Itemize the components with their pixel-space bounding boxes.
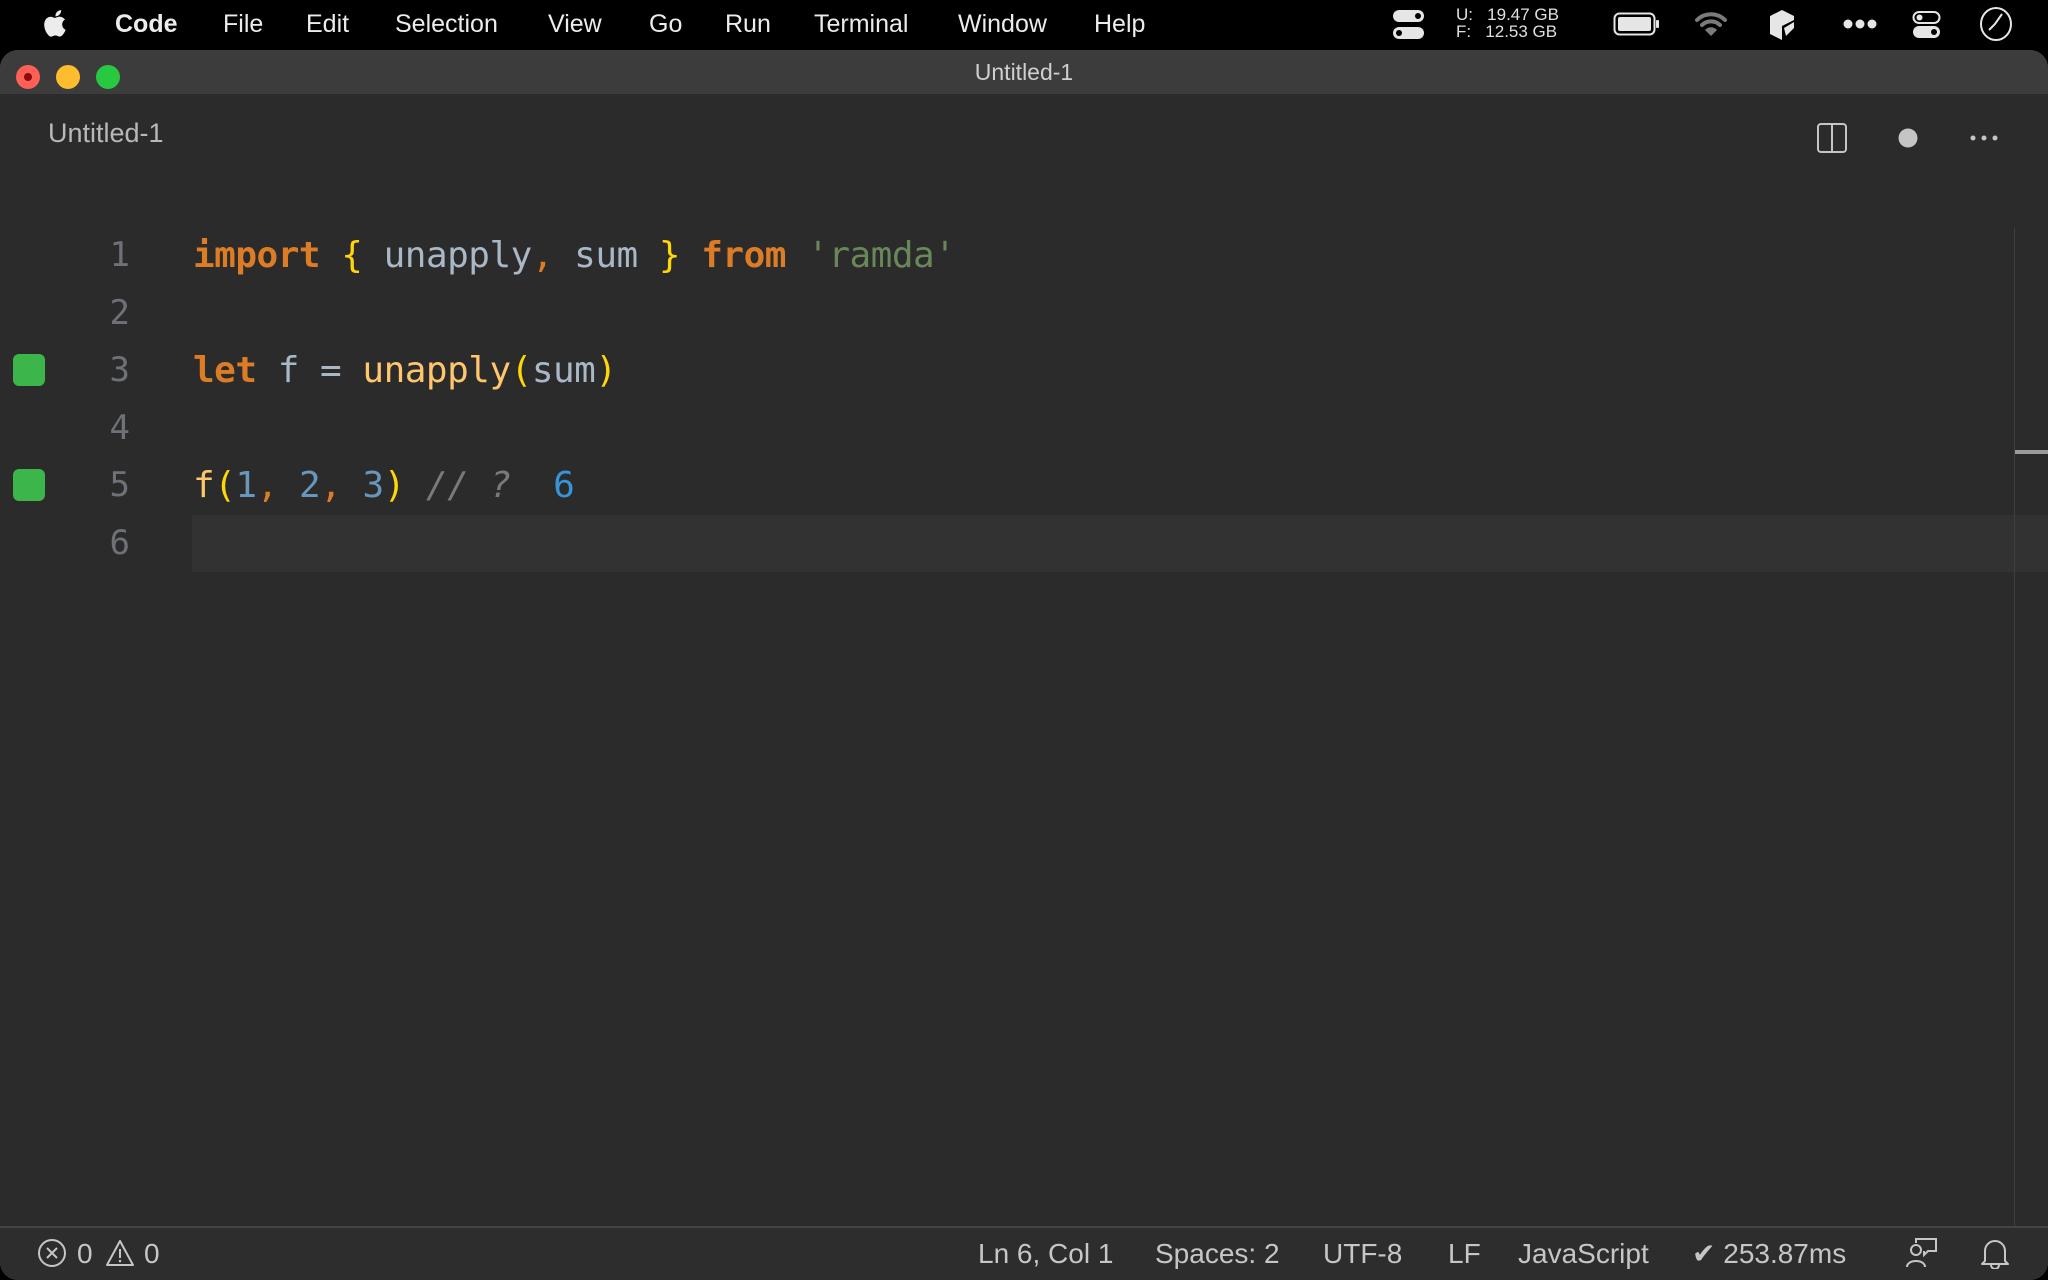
error-count[interactable]: 0	[77, 1228, 93, 1280]
line-number: 1	[109, 235, 130, 275]
code-token-punc: ,	[320, 465, 342, 506]
code-token-id: unapply	[362, 235, 533, 276]
code-token-punc: ,	[531, 235, 554, 276]
language-mode[interactable]: JavaScript	[1518, 1228, 1649, 1280]
end-of-line[interactable]: LF	[1448, 1228, 1481, 1280]
menu-edit[interactable]: Edit	[306, 0, 349, 48]
unsaved-dot-icon[interactable]	[1892, 122, 1924, 154]
menu-terminal[interactable]: Terminal	[814, 0, 908, 48]
code-token-brace: }	[658, 235, 681, 276]
title-bar[interactable]: Untitled-1	[0, 50, 2048, 94]
scrollbar-cursor-marker	[2015, 450, 2048, 454]
wifi-icon[interactable]	[1694, 10, 1728, 38]
current-line-highlight	[192, 514, 2048, 572]
code-token-id	[341, 465, 362, 506]
memory-free-value: 12.53 GB	[1485, 22, 1558, 41]
code-token-punc: ,	[256, 465, 279, 506]
code-token-id: f =	[256, 350, 363, 391]
code-token-cmt: // ?	[404, 465, 511, 506]
code-line[interactable]: 2	[0, 285, 2048, 342]
code-token-num: 2	[298, 465, 321, 506]
line-code[interactable]: import { unapply, sum } from 'ramda'	[193, 227, 956, 284]
code-token-id	[786, 235, 807, 276]
code-token-brace: )	[383, 465, 406, 506]
vertical-scrollbar[interactable]	[2014, 228, 2048, 1228]
menu-window[interactable]: Window	[958, 0, 1047, 48]
more-dots-icon[interactable]	[1842, 16, 1878, 32]
warning-icon[interactable]	[105, 1238, 135, 1268]
line-number: 3	[109, 350, 130, 390]
code-token-brace: {	[341, 235, 363, 276]
code-token-fn: f	[193, 465, 215, 506]
code-line[interactable]: 4	[0, 400, 2048, 457]
code-line[interactable]: 1 import { unapply, sum } from 'ramda'	[0, 227, 2048, 284]
line-number: 6	[109, 522, 130, 563]
coverage-marker-icon[interactable]	[13, 469, 45, 501]
code-editor[interactable]: 1 import { unapply, sum } from 'ramda' 2 3 l…	[0, 180, 2048, 1228]
more-actions-icon[interactable]	[1968, 122, 2000, 154]
split-editor-icon[interactable]	[1816, 122, 1848, 154]
menu-app-name[interactable]: Code	[115, 0, 178, 48]
code-token-str: 'ramda'	[807, 235, 956, 276]
line-code[interactable]: let f = unapply(sum)	[193, 342, 617, 399]
code-token-kw: from	[701, 235, 786, 276]
coverage-marker-icon[interactable]	[13, 354, 45, 386]
line-number: 5	[109, 465, 130, 505]
memory-readout[interactable]: U: 19.47 GB F: 12.53 GB	[1456, 6, 1559, 40]
code-token-id	[320, 235, 341, 276]
code-token-kw: let	[193, 350, 257, 391]
notifications-bell-icon[interactable]	[1980, 1237, 2010, 1269]
menu-view[interactable]: View	[548, 0, 602, 48]
code-token-brace: (	[510, 350, 533, 391]
line-code[interactable]: f(1, 2, 3) // ? 6	[193, 457, 575, 514]
control-center-icon[interactable]	[1912, 10, 1942, 40]
error-icon[interactable]	[37, 1238, 67, 1268]
menu-help[interactable]: Help	[1094, 0, 1145, 48]
encoding[interactable]: UTF-8	[1323, 1228, 1402, 1280]
code-token-res: 6	[510, 465, 575, 506]
clock-icon[interactable]	[1978, 6, 2014, 42]
code-token-id: sum	[553, 235, 659, 276]
code-token-brace: (	[214, 465, 236, 506]
macos-menubar: Code File Edit Selection View Go Run Ter…	[0, 0, 2048, 48]
cursor-position[interactable]: Ln 6, Col 1	[978, 1228, 1113, 1280]
memory-free-label: F:	[1456, 22, 1472, 41]
menu-run[interactable]: Run	[725, 0, 771, 48]
code-token-num: 1	[235, 465, 257, 506]
menu-go[interactable]: Go	[649, 0, 682, 48]
menu-selection[interactable]: Selection	[395, 0, 498, 48]
code-token-brace: )	[595, 350, 617, 391]
cube-app-icon[interactable]	[1768, 8, 1798, 42]
toggle-icon[interactable]	[1392, 8, 1426, 42]
code-token-id: sum	[531, 350, 596, 391]
window-title: Untitled-1	[974, 59, 1074, 85]
apple-logo-icon[interactable]	[42, 9, 70, 39]
line-number: 4	[109, 407, 130, 448]
status-bar: 0 0 Ln 6, Col 1 Spaces: 2 UTF-8 LF JavaS…	[0, 1226, 2048, 1280]
battery-icon[interactable]	[1613, 12, 1661, 36]
vscode-window: Untitled-1 Untitled-1 1 import { unapply,…	[0, 50, 2048, 1280]
code-token-id	[680, 235, 701, 276]
code-line[interactable]: 3 let f = unapply(sum)	[0, 342, 2048, 399]
editor-tab-bar: Untitled-1	[0, 94, 2048, 180]
quokka-timing[interactable]: ✔ 253.87ms	[1692, 1228, 1846, 1280]
code-line[interactable]: 6	[0, 514, 2048, 572]
code-token-kw: import	[193, 235, 321, 276]
code-token-fn: unapply	[362, 350, 511, 391]
code-line[interactable]: 5 f(1, 2, 3) // ? 6	[0, 457, 2048, 514]
line-number: 2	[109, 292, 130, 333]
feedback-icon[interactable]	[1906, 1237, 1938, 1269]
warning-count[interactable]: 0	[144, 1228, 160, 1280]
indentation[interactable]: Spaces: 2	[1155, 1228, 1280, 1280]
code-token-id	[278, 465, 299, 506]
tab-untitled-1[interactable]: Untitled-1	[48, 118, 164, 149]
code-token-num: 3	[362, 465, 385, 506]
menu-file[interactable]: File	[223, 0, 263, 48]
